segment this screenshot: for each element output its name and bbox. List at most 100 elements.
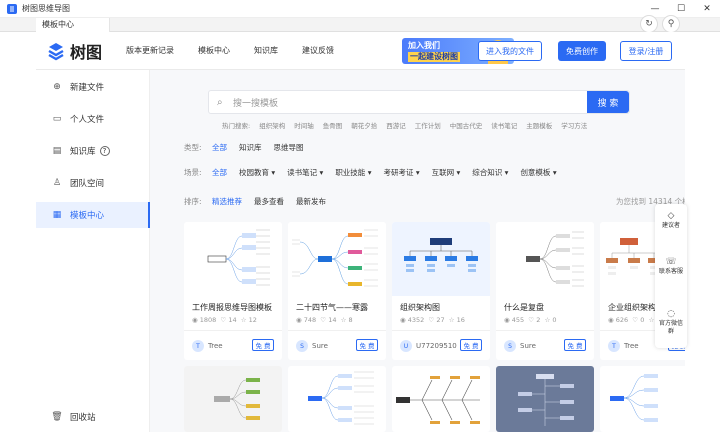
sidebar-item-team-space[interactable]: ♙ 团队空间 (36, 170, 150, 196)
card-title: 什么是复盘 (504, 303, 544, 312)
filter-type: 类型: 全部 知识库 思维导图 (184, 142, 316, 153)
hot-search-item[interactable]: 西游记 (386, 120, 406, 130)
floating-toolbar: ◇ 建议者 ☏ 联系客服 ◌ 官方微信群 (655, 204, 687, 348)
hot-search-item[interactable]: 组织架构 (259, 120, 285, 130)
card-stats: ◉ 4352 ♡ 27 ☆ 16 (400, 316, 465, 324)
tab-bar: 模板中心 (0, 18, 720, 32)
card-thumbnail (184, 366, 282, 432)
template-card-preview[interactable] (600, 366, 698, 432)
sidebar-item-new-file[interactable]: ⊕ 新建文件 (36, 74, 150, 100)
hot-search-item[interactable]: 中国古代史 (450, 120, 483, 130)
brand-name: 树图 (70, 42, 103, 62)
wechat-group-item[interactable]: ◌ 官方微信群 (659, 310, 683, 336)
card-author: U77209510 (416, 342, 457, 350)
nav-link[interactable]: 知识库 (254, 45, 278, 56)
filter-option[interactable]: 创意模板 ▾ (520, 167, 556, 178)
login-button[interactable]: 登录/注册 (620, 41, 672, 61)
card-thumbnail (610, 374, 658, 422)
filter-option[interactable]: 读书笔记 ▾ (287, 167, 323, 178)
template-card[interactable]: 组织架构图 ◉ 4352 ♡ 27 ☆ 16 U U77209510 免 费 (392, 222, 490, 360)
nav-link[interactable]: 版本更新记录 (126, 45, 174, 56)
filter-option[interactable]: 校园教育 ▾ (239, 167, 275, 178)
filter-option[interactable]: 知识库 (239, 142, 262, 153)
avatar: U (400, 340, 412, 352)
filter-scene: 场景: 全部 校园教育 ▾ 读书笔记 ▾ 职业技能 ▾ 考研考证 ▾ 互联网 ▾ 综合知识 ▾… (184, 167, 569, 178)
hot-search-item[interactable]: 朝花夕拾 (351, 120, 377, 130)
banner-line2: 一起建设树图 (408, 52, 460, 62)
filter-option[interactable]: 全部 (212, 167, 227, 178)
search-input[interactable]: 搜一搜模板 (233, 96, 278, 109)
sidebar-item-label: 个人文件 (70, 115, 105, 125)
sidebar-item-label: 模板中心 (70, 211, 105, 221)
free-badge: 免 费 (252, 339, 274, 351)
template-card-preview[interactable] (392, 366, 490, 432)
filter-option[interactable]: 最新发布 (296, 196, 326, 207)
search-button[interactable]: 搜 索 (587, 91, 629, 113)
sidebar-item-template-center[interactable]: ▦ 模板中心 (36, 202, 150, 228)
hot-search-item[interactable]: 主题模板 (526, 120, 552, 130)
hot-search-item[interactable]: 学习方法 (561, 120, 587, 130)
card-author: Tree (624, 342, 639, 350)
template-card-preview[interactable] (184, 366, 282, 432)
float-label: 建议者 (661, 222, 680, 229)
help-icon[interactable]: ? (99, 146, 110, 156)
card-thumbnail (396, 376, 480, 424)
main-content: ⌕ 搜一搜模板 搜 索 热门搜索: 组织架构 时间轴 鱼骨图 朝花夕拾 西游记 工作计划 中国… (150, 70, 698, 432)
nav-link[interactable]: 模板中心 (198, 45, 230, 56)
card-stats: ◉ 1808 ♡ 14 ☆ 12 (192, 316, 257, 324)
card-stats: ◉ 748 ♡ 14 ☆ 8 (296, 316, 353, 324)
filter-option[interactable]: 思维导图 (274, 142, 304, 153)
close-button[interactable]: ✕ (694, 0, 720, 18)
card-author: Sure (312, 342, 328, 350)
hot-search-item[interactable]: 工作计划 (415, 120, 441, 130)
my-files-button[interactable]: 进入我的文件 (478, 41, 542, 61)
sidebar-item-recycle-bin[interactable]: 🗑︎ 回收站 (36, 404, 150, 430)
filter-option[interactable]: 最多查看 (254, 196, 284, 207)
filter-option[interactable]: 全部 (212, 142, 227, 153)
template-card-preview[interactable] (496, 366, 594, 432)
sidebar-item-label: 团队空间 (70, 179, 105, 189)
nav-link[interactable]: 建议反馈 (302, 45, 334, 56)
grid-icon: ▦ (52, 210, 62, 220)
hot-search-item[interactable]: 时间轴 (294, 120, 314, 130)
sidebar-item-knowledge-base[interactable]: ▤ 知识库 ? (36, 138, 150, 164)
filter-label: 类型: (184, 143, 202, 152)
customer-service-item[interactable]: ☏ 联系客服 (659, 258, 683, 276)
filter-option[interactable]: 精选推荐 (212, 196, 242, 207)
search-box: ⌕ 搜一搜模板 搜 索 (208, 90, 630, 114)
avatar: S (296, 340, 308, 352)
brand[interactable]: 树图 (46, 39, 126, 63)
float-label: 联系客服 (659, 268, 684, 275)
free-badge: 免 费 (356, 339, 378, 351)
free-create-button[interactable]: 免费创作 (558, 41, 606, 61)
filter-option[interactable]: 综合知识 ▾ (472, 167, 508, 178)
avatar: S (504, 340, 516, 352)
file-plus-icon: ⊕ (53, 82, 61, 92)
refresh-icon[interactable]: ↻ (640, 15, 658, 33)
template-card-preview[interactable] (288, 366, 386, 432)
folder-icon: ▭ (52, 114, 62, 124)
filter-label: 排序: (184, 197, 202, 206)
sidebar-item-label: 回收站 (70, 413, 96, 423)
filter-option[interactable]: 考研考证 ▾ (383, 167, 419, 178)
float-label: 官方微信群 (659, 320, 684, 335)
sidebar-item-personal-files[interactable]: ▭ 个人文件 (36, 106, 150, 132)
template-card[interactable]: 二十四节气——寒露 ◉ 748 ♡ 14 ☆ 8 S Sure 免 费 (288, 222, 386, 360)
top-nav: 树图 版本更新记录 模板中心 知识库 建议反馈 加入我们 一起建设树图 进入我的文件 … (36, 32, 685, 70)
hot-search-item[interactable]: 读书笔记 (491, 120, 517, 130)
filter-option[interactable]: 职业技能 ▾ (335, 167, 371, 178)
template-card[interactable]: 什么是复盘 ◉ 455 ♡ 2 ☆ 0 S Sure 免 费 (496, 222, 594, 360)
card-thumbnail (392, 222, 490, 296)
card-title: 二十四节气——寒露 (296, 303, 368, 312)
tab-template-center[interactable]: 模板中心 (36, 18, 110, 32)
card-stats: ◉ 455 ♡ 2 ☆ 0 (504, 316, 557, 324)
card-thumbnail (184, 222, 282, 296)
sidebar-item-label: 新建文件 (70, 83, 105, 93)
feedback-item[interactable]: ◇ 建议者 (655, 212, 687, 230)
template-card[interactable]: 工作周报思维导图模板 ◉ 1808 ♡ 14 ☆ 12 T Tree 免 费 (184, 222, 282, 360)
hot-search-item[interactable]: 鱼骨图 (323, 120, 343, 130)
filter-option[interactable]: 互联网 ▾ (432, 167, 461, 178)
pin-icon[interactable]: ⚲ (662, 15, 680, 33)
trash-icon: 🗑︎ (51, 412, 63, 422)
avatar: T (192, 340, 204, 352)
